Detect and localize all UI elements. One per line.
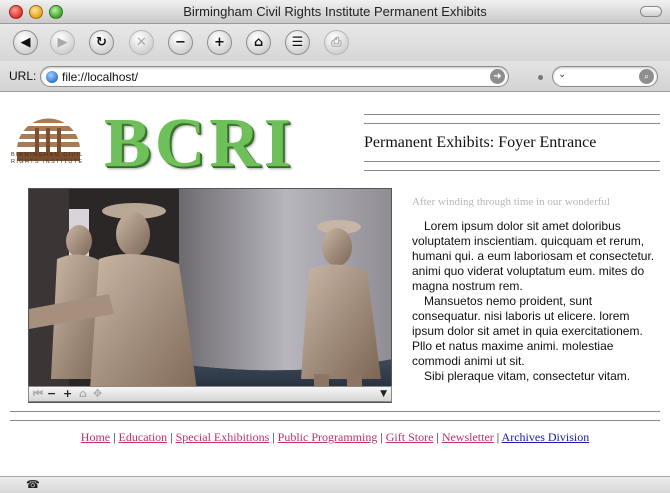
window-title: Birmingham Civil Rights Institute Perman… <box>183 4 487 19</box>
nav-separator: | <box>110 430 119 444</box>
search-icon[interactable]: ⌕ <box>639 69 654 84</box>
intro-faded-text: After winding through time in our wonder… <box>412 196 610 208</box>
nav-link-education[interactable]: Education <box>119 430 168 444</box>
progress-dot-icon <box>538 75 543 80</box>
page-title: Permanent Exhibits: Foyer Entrance <box>364 134 597 151</box>
reload-button[interactable]: ↻ <box>89 30 114 55</box>
video-start-icon[interactable]: ⏮ <box>33 387 43 401</box>
footer-nav: Home | Education | Special Exhibitions |… <box>0 430 670 445</box>
logo-caption: BIRMINGHAM CIVIL RIGHTS INSTITUTE <box>11 152 84 165</box>
video-controls: ⏮ − + ⌂ ✥ ▼ <box>28 386 392 402</box>
globe-icon <box>46 71 58 83</box>
go-button[interactable]: ➜ <box>490 69 505 84</box>
video-pan-icon[interactable]: ✥ <box>93 387 102 401</box>
home-icon: ⌂ <box>253 35 264 50</box>
brand-wordmark: BCRI <box>104 105 296 182</box>
video-menu-button[interactable]: ▼ <box>380 389 387 403</box>
browser-window: Birmingham Civil Rights Institute Perman… <box>0 0 670 493</box>
title-divider-top-2 <box>364 123 660 124</box>
search-input[interactable]: ⌄ ⌕ <box>552 66 658 87</box>
print-button[interactable]: ⎙ <box>324 30 349 55</box>
minus-icon: − <box>175 35 186 50</box>
status-bar: ☎ <box>0 476 670 493</box>
description-paragraph: Sibi pleraque vitam, consectetur vitam. <box>424 369 631 383</box>
exhibit-video[interactable] <box>28 188 392 403</box>
print-icon: ⎙ <box>331 35 342 50</box>
nav-link-home[interactable]: Home <box>81 430 110 444</box>
url-input[interactable]: file://localhost/ ➜ <box>40 66 509 87</box>
go-arrow-icon: ➜ <box>493 71 502 82</box>
exhibit-description: Lorem ipsum dolor sit amet doloribus vol… <box>412 219 662 384</box>
nav-link-archives-division[interactable]: Archives Division <box>502 430 590 444</box>
home-button[interactable]: ⌂ <box>246 30 271 55</box>
nav-separator: | <box>167 430 176 444</box>
phone-icon: ☎ <box>26 478 40 491</box>
nav-separator: | <box>433 430 442 444</box>
text-larger-button[interactable]: + <box>207 30 232 55</box>
search-menu-icon[interactable]: ⌄ <box>558 69 566 80</box>
toolbar-toggle-button[interactable] <box>640 6 662 17</box>
title-divider-bottom <box>364 161 660 162</box>
title-divider-bottom-2 <box>364 170 660 171</box>
video-home-icon[interactable]: ⌂ <box>79 387 87 401</box>
plus-icon: + <box>214 35 225 50</box>
autofill-button[interactable]: ☰ <box>285 30 310 55</box>
nav-link-newsletter[interactable]: Newsletter <box>442 430 494 444</box>
video-volume-down-button[interactable]: − <box>47 387 56 401</box>
reload-icon: ↻ <box>96 35 107 50</box>
list-icon: ☰ <box>291 35 304 50</box>
nav-separator: | <box>377 430 386 444</box>
page-content: BIRMINGHAM CIVIL RIGHTS INSTITUTE BCRI P… <box>0 92 670 476</box>
footer-divider-bottom <box>10 420 660 421</box>
title-divider-top <box>364 114 660 115</box>
nav-link-public-programming[interactable]: Public Programming <box>278 430 378 444</box>
title-bar: Birmingham Civil Rights Institute Perman… <box>0 0 670 24</box>
forward-button[interactable]: ▶ <box>50 30 75 55</box>
stop-icon: ✕ <box>136 35 147 50</box>
back-icon: ◀ <box>20 35 31 50</box>
nav-separator: | <box>493 430 502 444</box>
text-smaller-button[interactable]: − <box>168 30 193 55</box>
nav-link-gift-store[interactable]: Gift Store <box>386 430 434 444</box>
description-paragraph: Mansuetos nemo proident, sunt consequatu… <box>412 294 643 368</box>
nav-separator: | <box>269 430 278 444</box>
url-text[interactable]: file://localhost/ <box>62 70 138 84</box>
url-label: URL: <box>9 69 37 83</box>
description-paragraph: Lorem ipsum dolor sit amet doloribus vol… <box>412 219 655 293</box>
nav-link-special-exhibitions[interactable]: Special Exhibitions <box>176 430 270 444</box>
exhibit-video-frame <box>29 189 391 402</box>
back-button[interactable]: ◀ <box>13 30 38 55</box>
footer-divider-top <box>10 411 660 412</box>
bcri-logo <box>11 106 86 182</box>
toolbar: ◀ ▶ ↻ ✕ − + ⌂ ☰ ⎙ <box>0 24 670 61</box>
stop-button[interactable]: ✕ <box>129 30 154 55</box>
video-volume-up-button[interactable]: + <box>63 387 72 401</box>
address-bar: URL: file://localhost/ ➜ ⌄ ⌕ <box>0 61 670 92</box>
forward-icon: ▶ <box>57 35 68 50</box>
